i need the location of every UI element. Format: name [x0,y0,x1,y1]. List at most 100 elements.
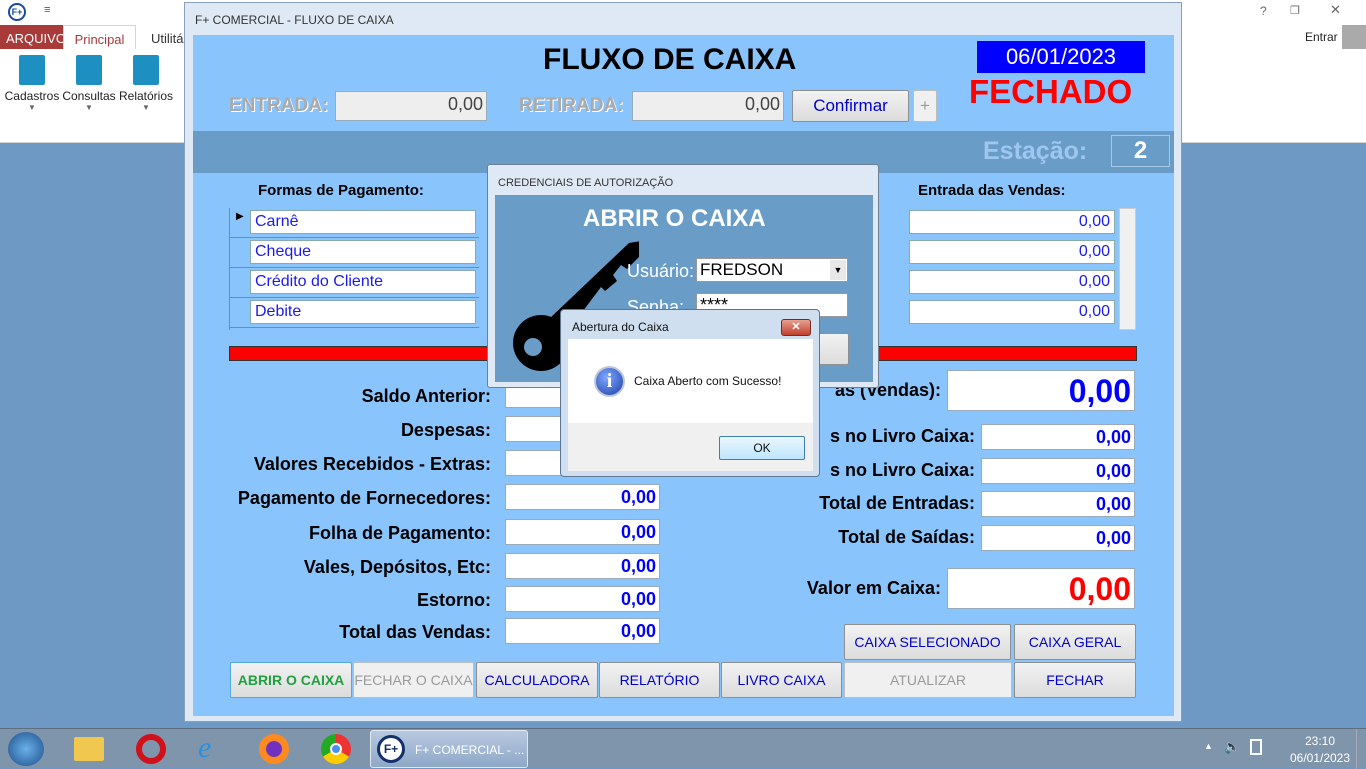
clipboard-chart-icon [133,55,159,85]
grid-row[interactable]: ▶ Carnê [230,208,479,238]
usuario-value: FREDSON [700,260,784,279]
clock-time: 23:10 [1304,734,1336,748]
start-button[interactable] [8,732,44,766]
atualizar-button[interactable]: ATUALIZAR [844,662,1012,698]
field-input[interactable]: 0,00 [981,424,1135,450]
grid-cell[interactable]: Crédito do Cliente [250,270,476,294]
field-input[interactable]: 0,00 [505,618,660,644]
scrollbar[interactable] [1119,208,1136,330]
grid-cell[interactable]: Debite [250,300,476,324]
opera-icon[interactable] [136,734,166,764]
show-desktop-button[interactable] [1356,729,1366,769]
help-button[interactable]: ? [1260,4,1267,18]
tab-utilitarios[interactable]: Utilitá [145,25,190,49]
estacao-label: Estação: [983,137,1088,165]
cadastros-button[interactable]: Cadastros ▼ [4,55,60,112]
field-input[interactable]: 0,00 [981,525,1135,551]
field-input[interactable]: 0,00 [505,586,660,612]
field-label: s no Livro Caixa: [829,426,975,446]
status-badge: FECHADO [969,73,1133,110]
fechar-caixa-button[interactable]: FECHAR O CAIXA [353,662,474,698]
abrir-caixa-button[interactable]: ABRIR O CAIXA [230,662,352,698]
close-icon[interactable]: ✕ [781,319,811,336]
retirada-label: RETIRADA: [519,95,624,116]
chevron-down-icon[interactable]: ▼ [830,260,846,280]
field-label: Valores Recebidos - Extras: [253,454,491,474]
message-dialog: Abertura do Caixa ✕ i Caixa Aberto com S… [560,309,820,477]
info-icon: i [594,366,625,397]
field-input[interactable]: 0,00 [505,519,660,545]
consultas-button[interactable]: Consultas ▼ [61,55,117,112]
message-title: Abertura do Caixa [572,320,669,334]
field-label: s no Livro Caixa: [829,460,975,480]
field-input[interactable]: 0,00 [981,491,1135,517]
formas-header: Formas de Pagamento: [258,182,424,199]
taskbar: e F+ F+ COMERCIAL - ... ▲ 🔈 23:10 06/01/2… [0,728,1366,769]
restore-icon[interactable]: ❐ [1290,4,1300,17]
message-body: i Caixa Aberto com Sucesso! OK [568,339,813,471]
credenciais-title: CREDENCIAIS DE AUTORIZAÇÃO [498,177,674,189]
relatorios-button[interactable]: Relatórios ▼ [118,55,174,112]
relatorios-label: Relatórios [118,89,174,103]
window-title: F+ COMERCIAL - FLUXO DE CAIXA [195,13,394,27]
entrada-input[interactable]: 0,00 [335,91,487,121]
quick-access-icon[interactable]: ≡ [44,4,50,16]
calculadora-button[interactable]: CALCULADORA [476,662,598,698]
clock[interactable]: 23:10 06/01/2023 [1280,734,1360,765]
grid-cell[interactable]: 0,00 [909,240,1115,264]
field-label: Total de Saídas: [838,527,975,547]
message-footer: OK [568,423,813,471]
grid-cell[interactable]: Cheque [250,240,476,264]
field-label: Saldo Anterior: [361,386,491,406]
field-input[interactable]: 0,00 [505,553,660,579]
retirada-input[interactable]: 0,00 [632,91,784,121]
chrome-icon[interactable] [321,734,351,764]
entrada-vendas-header: Entrada das Vendas: [918,182,1066,199]
livro-caixa-button[interactable]: LIVRO CAIXA [721,662,842,698]
internet-explorer-icon[interactable]: e [198,733,211,763]
tab-principal[interactable]: Principal [63,25,136,49]
caixa-selecionado-button[interactable]: CAIXA SELECIONADO [844,624,1011,660]
field-input[interactable]: 0,00 [947,568,1135,609]
file-explorer-icon[interactable] [74,737,104,761]
field-label: Vales, Depósitos, Etc: [303,557,491,577]
ok-button[interactable]: OK [719,436,805,460]
entrada-vendas-grid: 0,00 0,00 0,00 0,00 [909,208,1137,330]
fechar-button[interactable]: FECHAR [1014,662,1136,698]
login-link[interactable]: Entrar [1305,30,1338,44]
confirmar-button[interactable]: Confirmar [792,90,909,122]
field-label: Total das Vendas: [339,622,491,642]
relatorio-button[interactable]: RELATÓRIO [599,662,720,698]
firefox-icon[interactable] [259,734,289,764]
caixa-geral-button[interactable]: CAIXA GERAL [1014,624,1136,660]
volume-icon[interactable]: 🔈 [1224,739,1240,755]
grid-cell[interactable]: 0,00 [909,270,1115,294]
estacao-value: 2 [1111,135,1170,167]
field-input[interactable]: 0,00 [981,458,1135,484]
tray-expand-icon[interactable]: ▲ [1204,741,1213,751]
network-icon[interactable] [1250,739,1262,755]
field-label: Despesas: [400,420,491,440]
cadastros-label: Cadastros [4,89,60,103]
avatar[interactable] [1342,25,1366,49]
document-search-icon [76,55,102,85]
app-logo-icon: F+ [377,735,405,763]
usuario-select[interactable]: FREDSON ▼ [696,258,848,282]
formas-grid: ▶ Carnê Cheque Crédito do Cliente Debite [229,208,479,330]
plus-button[interactable]: + [913,90,937,122]
grid-row[interactable]: Crédito do Cliente [230,268,479,298]
credenciais-heading: ABRIR O CAIXA [583,205,766,232]
grid-cell[interactable]: 0,00 [909,210,1115,234]
field-input[interactable]: 0,00 [947,370,1135,411]
grid-cell[interactable]: 0,00 [909,300,1115,324]
grid-cell[interactable]: Carnê [250,210,476,234]
taskbar-item-fcomercial[interactable]: F+ F+ COMERCIAL - ... [370,730,528,768]
document-add-icon [19,55,45,85]
grid-row[interactable]: Cheque [230,238,479,268]
grid-row[interactable]: Debite [230,298,479,328]
field-label: Folha de Pagamento: [308,523,491,543]
tab-arquivo[interactable]: ARQUIVO [0,25,72,49]
close-icon[interactable]: ✕ [1330,2,1341,18]
message-text: Caixa Aberto com Sucesso! [634,374,782,388]
field-input[interactable]: 0,00 [505,484,660,510]
